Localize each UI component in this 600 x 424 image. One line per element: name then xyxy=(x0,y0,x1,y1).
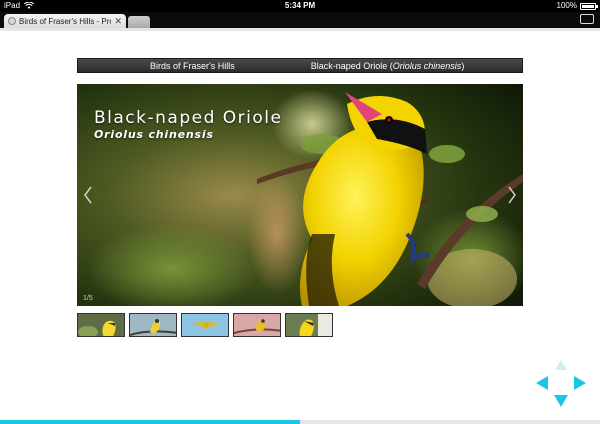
bird-thumbnail-image xyxy=(234,314,280,336)
chevron-right-icon xyxy=(508,186,516,204)
bird-thumbnail-image xyxy=(78,314,124,336)
dpad-navigation xyxy=(536,360,586,407)
bird-thumbnail-image xyxy=(182,314,228,336)
chevron-left-icon xyxy=(84,186,92,204)
slide-title: Black-naped Oriole xyxy=(94,108,283,128)
battery-percent: 100% xyxy=(556,1,577,10)
new-tab-button[interactable] xyxy=(128,16,150,28)
close-tab-icon[interactable]: ✕ xyxy=(114,16,122,27)
battery-icon xyxy=(580,2,598,10)
next-slide-button[interactable] xyxy=(505,184,519,206)
thumbnail-strip xyxy=(77,313,333,337)
globe-icon xyxy=(8,17,16,25)
page-load-progress xyxy=(0,420,600,424)
thumbnail-1[interactable] xyxy=(77,313,125,337)
page-navbar: Birds of Fraser's Hills Black-naped Orio… xyxy=(77,58,523,73)
slide-counter: 1/5 xyxy=(83,295,93,302)
page-load-progress-fill xyxy=(0,420,300,424)
browser-tab-active[interactable]: Birds of Fraser's Hills - Pro ✕ xyxy=(4,14,126,28)
status-right: 100% xyxy=(556,0,598,12)
tab-title: Birds of Fraser's Hills - Pro xyxy=(19,16,112,26)
thumbnail-5[interactable] xyxy=(285,313,333,337)
slide-subtitle: Oriolus chinensis xyxy=(94,128,214,141)
bird-thumbnail-image xyxy=(286,314,332,336)
previous-slide-button[interactable] xyxy=(81,184,95,206)
arrow-down-icon[interactable] xyxy=(554,395,568,407)
bird-slideshow[interactable]: Black-naped Oriole Oriolus chinensis 1/5 xyxy=(77,84,523,306)
arrow-up-icon[interactable] xyxy=(555,360,567,370)
nav-link-current-bird[interactable]: Black-naped Oriole (Oriolus chinensis) xyxy=(311,61,465,71)
nav-link-birds-of-frasers-hills[interactable]: Birds of Fraser's Hills xyxy=(150,61,235,71)
bird-thumbnail-image xyxy=(130,314,176,336)
toolbar-divider xyxy=(0,28,600,31)
tabs-overview-icon[interactable] xyxy=(580,14,594,24)
arrow-right-icon[interactable] xyxy=(574,376,586,390)
thumbnail-2[interactable] xyxy=(129,313,177,337)
nav-current-common-name: Black-naped Oriole xyxy=(310,60,388,71)
thumbnail-3[interactable] xyxy=(181,313,229,337)
thumbnail-4[interactable] xyxy=(233,313,281,337)
status-bar: iPad 5:34 PM 100% xyxy=(0,0,600,12)
nav-current-scientific-name: Oriolus chinensis xyxy=(392,60,462,71)
browser-tab-strip: Birds of Fraser's Hills - Pro ✕ xyxy=(0,12,600,28)
arrow-left-icon[interactable] xyxy=(536,376,548,390)
status-time: 5:34 PM xyxy=(284,1,316,10)
